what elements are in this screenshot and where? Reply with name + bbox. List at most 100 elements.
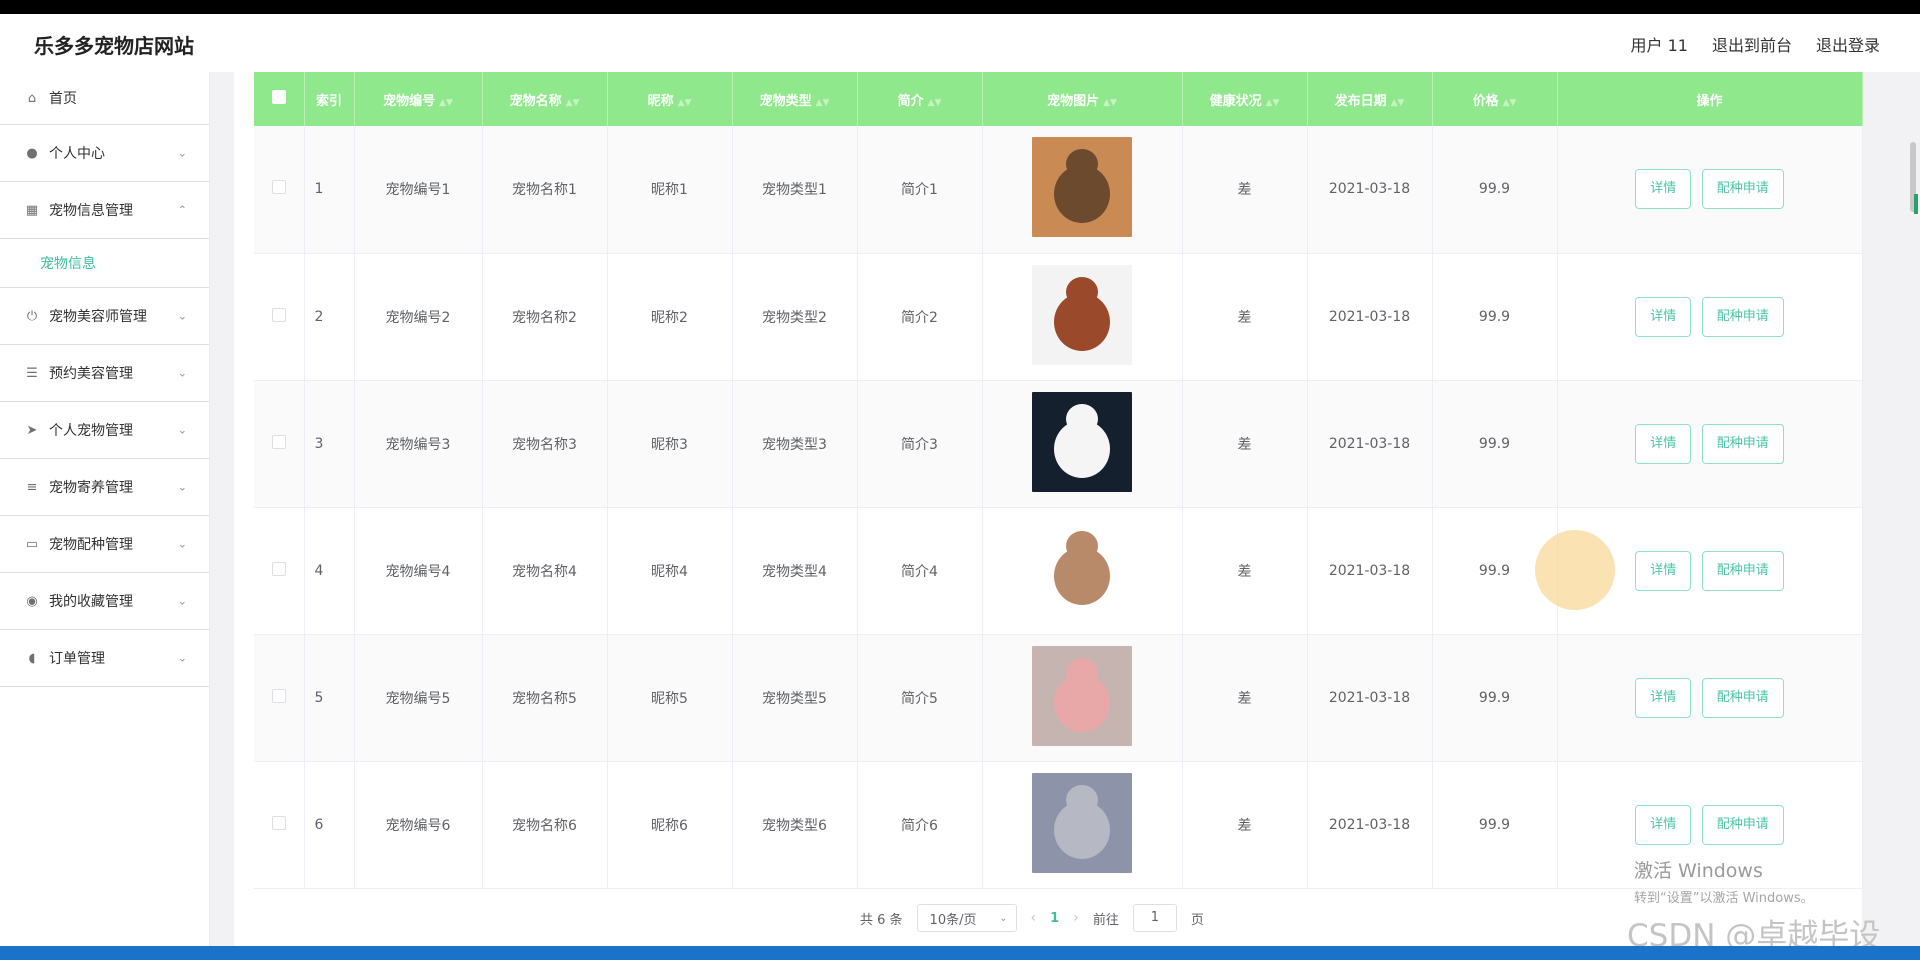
prev-page-icon[interactable]: ‹ xyxy=(1031,910,1037,926)
col-price[interactable]: 价格 ▲▼ xyxy=(1432,72,1558,126)
chevron-down-icon: ⌄ xyxy=(177,651,187,665)
row-checkbox[interactable] xyxy=(271,815,286,830)
cell-price: 99.9 xyxy=(1432,761,1558,889)
detail-button[interactable]: 详情 xyxy=(1635,296,1692,337)
detail-button[interactable]: 详情 xyxy=(1635,423,1692,464)
col-nickname[interactable]: 昵称 ▲▼ xyxy=(607,72,733,126)
col-health[interactable]: 健康状况 ▲▼ xyxy=(1182,72,1308,126)
sidebar-item-grooming-appointment[interactable]: ☰ 预约美容管理 ⌄ xyxy=(0,345,209,402)
sidebar-item-pet-boarding[interactable]: ≡ 宠物寄养管理 ⌄ xyxy=(0,459,209,516)
row-checkbox[interactable] xyxy=(271,688,286,703)
detail-button[interactable]: 详情 xyxy=(1635,169,1692,210)
sidebar-item-personal-center[interactable]: ● 个人中心 ⌄ xyxy=(0,125,209,182)
back-to-front-link[interactable]: 退出到前台 xyxy=(1712,32,1792,56)
cell-intro: 简介6 xyxy=(857,761,983,889)
detail-button[interactable]: 详情 xyxy=(1635,550,1692,591)
select-all-checkbox[interactable] xyxy=(271,90,286,104)
cell-index: 5 xyxy=(304,634,355,762)
row-checkbox[interactable] xyxy=(271,561,286,576)
pet-thumbnail[interactable] xyxy=(1032,391,1132,492)
sidebar-item-personal-pets[interactable]: ➤ 个人宠物管理 ⌄ xyxy=(0,402,209,459)
col-date[interactable]: 发布日期 ▲▼ xyxy=(1307,72,1433,126)
row-select-cell[interactable] xyxy=(254,126,305,254)
sidebar-item-pet-breeding[interactable]: ▭ 宠物配种管理 ⌄ xyxy=(0,516,209,573)
menu-icon: ≡ xyxy=(26,479,38,495)
pet-thumbnail[interactable] xyxy=(1032,772,1132,873)
sidebar-item-favorites[interactable]: ◉ 我的收藏管理 ⌄ xyxy=(0,573,209,630)
col-pet-name[interactable]: 宠物名称 ▲▼ xyxy=(482,72,608,126)
cell-actions: 详情 配种申请 xyxy=(1557,253,1863,381)
select-all-cell[interactable] xyxy=(254,72,305,126)
row-select-cell[interactable] xyxy=(254,507,305,635)
detail-button[interactable]: 详情 xyxy=(1635,804,1692,845)
breeding-apply-button[interactable]: 配种申请 xyxy=(1701,423,1784,464)
pet-thumbnail[interactable] xyxy=(1032,518,1132,619)
goto-label: 前往 xyxy=(1092,912,1119,928)
cell-pet-name: 宠物名称5 xyxy=(482,634,608,762)
cell-pet-name: 宠物名称6 xyxy=(482,761,608,889)
sort-icon[interactable]: ▲▼ xyxy=(566,98,580,108)
scrollbar-indicator xyxy=(1914,194,1918,214)
app-window: 乐多多宠物店网站 用户 11 退出到前台 退出登录 ⌂ 首页 ● 个人中心 ⌄ … xyxy=(0,14,1920,946)
table-row: 2 宠物编号2 宠物名称2 昵称2 宠物类型2 简介2 差 2021-03-18… xyxy=(254,253,1863,381)
sidebar-item-orders[interactable]: ◖ 订单管理 ⌄ xyxy=(0,630,209,687)
cell-pet-code: 宠物编号6 xyxy=(354,761,483,889)
next-page-icon[interactable]: › xyxy=(1073,910,1079,926)
breeding-apply-button[interactable]: 配种申请 xyxy=(1701,550,1784,591)
row-checkbox[interactable] xyxy=(271,180,286,195)
pet-thumbnail[interactable] xyxy=(1032,264,1132,365)
row-select-cell[interactable] xyxy=(254,253,305,381)
col-intro[interactable]: 简介 ▲▼ xyxy=(857,72,983,126)
cell-date: 2021-03-18 xyxy=(1307,634,1433,762)
breeding-apply-button[interactable]: 配种申请 xyxy=(1701,296,1784,337)
sort-icon[interactable]: ▲▼ xyxy=(1266,98,1280,108)
cell-pet-image xyxy=(982,253,1183,381)
sidebar-item-groomer-management[interactable]: ⏻ 宠物美容师管理 ⌄ xyxy=(0,288,209,345)
sort-icon[interactable]: ▲▼ xyxy=(1391,98,1405,108)
sort-icon[interactable]: ▲▼ xyxy=(1103,98,1117,108)
goto-page-input[interactable]: 1 xyxy=(1132,904,1177,932)
row-select-cell[interactable] xyxy=(254,634,305,762)
sort-icon[interactable]: ▲▼ xyxy=(1503,98,1517,108)
row-select-cell[interactable] xyxy=(254,761,305,889)
sidebar-item-home[interactable]: ⌂ 首页 xyxy=(0,72,209,125)
breeding-apply-button[interactable]: 配种申请 xyxy=(1701,169,1784,210)
logout-link[interactable]: 退出登录 xyxy=(1816,32,1880,56)
breeding-apply-button[interactable]: 配种申请 xyxy=(1701,804,1784,845)
sort-icon[interactable]: ▲▼ xyxy=(439,98,453,108)
sidebar-subitem-pet-info[interactable]: 宠物信息 xyxy=(0,239,209,288)
row-checkbox[interactable] xyxy=(271,307,286,322)
cell-nickname: 昵称1 xyxy=(607,126,733,254)
sort-icon[interactable]: ▲▼ xyxy=(678,98,692,108)
cell-pet-code: 宠物编号5 xyxy=(354,634,483,762)
sidebar-item-label: 宠物寄养管理 xyxy=(49,480,133,496)
grid-icon: ▦ xyxy=(25,202,39,218)
cell-pet-name: 宠物名称4 xyxy=(482,507,608,635)
page-size-select[interactable]: 10条/页 ⌄ xyxy=(916,904,1017,932)
pet-thumbnail[interactable] xyxy=(1032,645,1132,746)
col-pet-type[interactable]: 宠物类型 ▲▼ xyxy=(732,72,858,126)
row-checkbox[interactable] xyxy=(271,434,286,449)
sort-icon[interactable]: ▲▼ xyxy=(928,98,942,108)
sidebar-item-label: 宠物配种管理 xyxy=(49,537,133,553)
table-row: 6 宠物编号6 宠物名称6 昵称6 宠物类型6 简介6 差 2021-03-18… xyxy=(254,761,1863,889)
user-label: 用户 11 xyxy=(1630,36,1688,55)
row-select-cell[interactable] xyxy=(254,380,305,508)
breeding-apply-button[interactable]: 配种申请 xyxy=(1701,677,1784,718)
cell-intro: 简介5 xyxy=(857,634,983,762)
cell-pet-type: 宠物类型2 xyxy=(732,253,858,381)
col-pet-code[interactable]: 宠物编号 ▲▼ xyxy=(354,72,483,126)
pet-thumbnail[interactable] xyxy=(1032,137,1132,238)
sidebar-item-pet-info-management[interactable]: ▦ 宠物信息管理 ⌃ xyxy=(0,182,209,239)
sidebar: ⌂ 首页 ● 个人中心 ⌄ ▦ 宠物信息管理 ⌃ 宠物信息 ⏻ 宠物美容师管理 … xyxy=(0,72,210,946)
sidebar-item-label: 宠物信息管理 xyxy=(49,203,133,219)
top-header: 乐多多宠物店网站 用户 11 退出到前台 退出登录 xyxy=(0,14,1920,72)
chevron-down-icon: ⌄ xyxy=(177,146,187,160)
taskbar xyxy=(0,946,1920,960)
sort-icon[interactable]: ▲▼ xyxy=(816,98,830,108)
cell-nickname: 昵称5 xyxy=(607,634,733,762)
cell-pet-type: 宠物类型3 xyxy=(732,380,858,508)
detail-button[interactable]: 详情 xyxy=(1635,677,1692,718)
page-number-current[interactable]: 1 xyxy=(1050,911,1059,926)
col-pet-image[interactable]: 宠物图片 ▲▼ xyxy=(982,72,1183,126)
